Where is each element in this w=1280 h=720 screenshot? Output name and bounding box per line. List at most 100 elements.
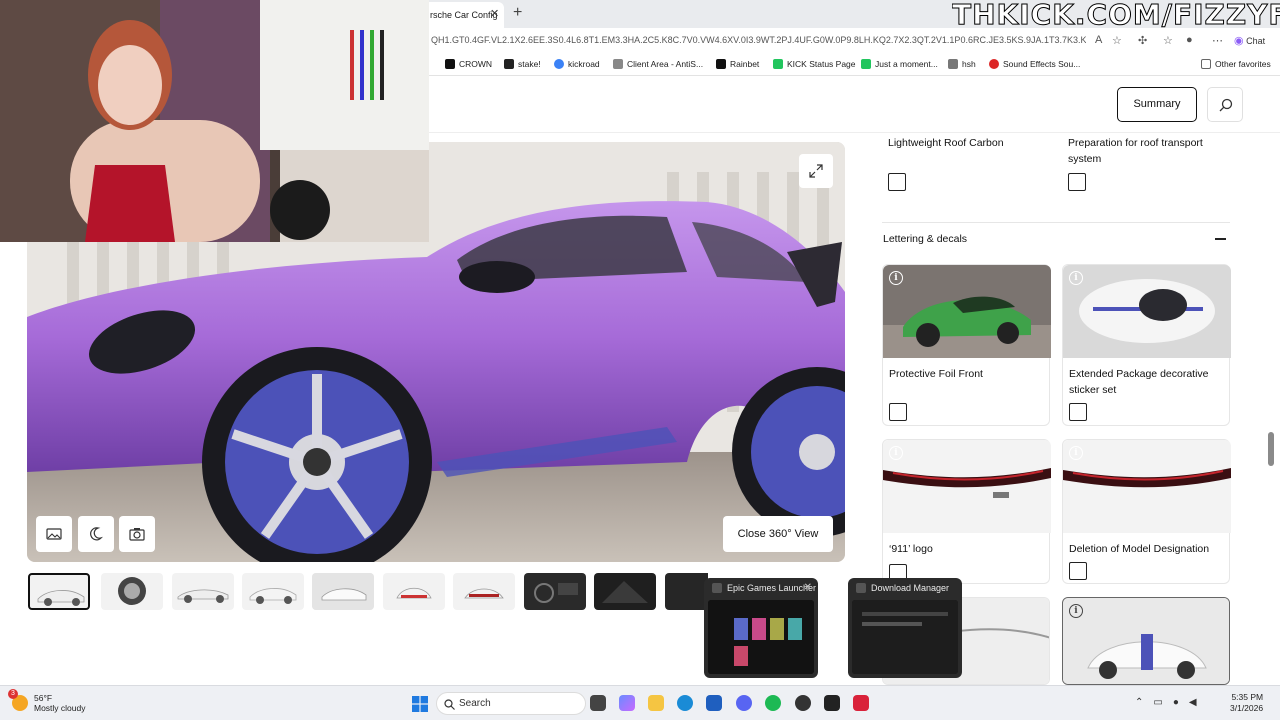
option-title: ‘911’ logo — [889, 543, 933, 555]
taskbar-search[interactable]: Search — [436, 692, 586, 715]
thumbnail-view[interactable] — [242, 573, 304, 610]
thumbnail-view[interactable] — [524, 573, 586, 610]
spotify-icon[interactable] — [765, 695, 781, 711]
option-card[interactable]: Lightweight Roof Carbon — [882, 133, 1050, 195]
thumbnail-view[interactable] — [28, 573, 90, 610]
thumbnail-view[interactable] — [101, 573, 163, 610]
windows-start-icon[interactable] — [412, 696, 428, 712]
info-icon[interactable]: i — [889, 271, 903, 285]
chevron-up-icon[interactable]: ⌃ — [1135, 697, 1143, 708]
image-icon — [46, 528, 62, 540]
expand-icon — [809, 164, 823, 178]
download-manager-preview[interactable]: Download Manager — [848, 578, 962, 678]
option-card[interactable]: Preparation for roof transport system — [1062, 133, 1230, 195]
thumbnail-view[interactable] — [594, 573, 656, 610]
thumbnail-view[interactable] — [172, 573, 234, 610]
wheel-thumbnail-image — [118, 577, 146, 605]
preview-title: Download Manager — [871, 583, 950, 593]
copilot-chat-button[interactable]: ◉ Chat — [1234, 34, 1265, 47]
search-button[interactable] — [1207, 87, 1243, 122]
weather-widget[interactable]: 3 56°F Mostly cloudy — [8, 689, 86, 713]
bookmark-kick-status[interactable]: KICK Status Page — [773, 59, 856, 69]
interior-thumbnail-image — [594, 573, 656, 610]
search-icon — [1219, 98, 1233, 112]
other-favorites-folder[interactable]: Other favorites — [1201, 59, 1271, 69]
download-manager-taskbar-icon[interactable] — [853, 695, 869, 711]
network-icon[interactable]: ▭ — [1153, 697, 1162, 708]
new-tab-button[interactable]: + — [513, 4, 522, 22]
more-menu-icon[interactable]: ⋯ — [1212, 34, 1223, 47]
option-title: Lightweight Roof Carbon — [888, 137, 1004, 149]
option-checkbox[interactable] — [1068, 173, 1086, 191]
bookmark-label: stake! — [518, 59, 541, 69]
preview-close-icon[interactable]: ✕ — [804, 582, 812, 593]
volume-icon[interactable]: ◀ — [1189, 697, 1197, 708]
close-360-view-button[interactable]: Close 360° View — [723, 516, 833, 552]
option-card[interactable]: i — [1062, 597, 1230, 685]
option-card[interactable]: i Protective Foil Front — [882, 264, 1051, 426]
car-thumbnail-image — [37, 590, 85, 606]
thumbnail-view[interactable] — [383, 573, 445, 610]
info-icon[interactable]: i — [1069, 604, 1083, 618]
collapse-minus-icon[interactable] — [1215, 238, 1226, 240]
epic-games-preview[interactable]: Epic Games Launcher ✕ — [704, 578, 818, 678]
epic-games-taskbar-icon[interactable] — [824, 695, 840, 711]
snapshot-button[interactable] — [119, 516, 155, 552]
option-checkbox[interactable] — [1069, 403, 1087, 421]
night-mode-button[interactable] — [78, 516, 114, 552]
obs-icon[interactable] — [795, 695, 811, 711]
taskbar-clock[interactable]: 5:35 PM 3/1/2026 — [1230, 692, 1263, 714]
info-icon[interactable]: i — [1069, 446, 1083, 460]
extensions-icon[interactable]: ✣ — [1138, 34, 1147, 47]
url-field[interactable]: QH1.GT0.4GF.VL2.1X2.6EE.3S0.4L6.8T1.EM3.… — [431, 35, 1086, 45]
bookmark-sound-effects[interactable]: Sound Effects Sou... — [989, 59, 1080, 69]
search-label: Search — [459, 698, 491, 709]
store-icon[interactable] — [706, 695, 722, 711]
page-scrollbar-thumb[interactable] — [1268, 432, 1274, 466]
info-icon[interactable]: i — [889, 446, 903, 460]
option-card[interactable]: i Deletion of Model Designation — [1062, 439, 1231, 584]
tab-close-icon[interactable]: ✕ — [490, 7, 499, 20]
discord-icon[interactable] — [736, 695, 752, 711]
info-icon[interactable]: i — [1069, 271, 1083, 285]
thumbnail-view[interactable] — [312, 573, 374, 610]
option-card[interactable]: i Extended Package decorative sticker se… — [1062, 264, 1231, 426]
option-checkbox[interactable] — [1069, 562, 1087, 580]
read-aloud-icon[interactable]: A — [1095, 34, 1102, 46]
bookmark-crown[interactable]: CROWN — [445, 59, 492, 69]
thumbnail-view[interactable] — [453, 573, 515, 610]
file-explorer-icon[interactable] — [648, 695, 664, 711]
option-checkbox[interactable] — [889, 403, 907, 421]
fullscreen-button[interactable] — [799, 154, 833, 188]
option-checkbox[interactable] — [888, 173, 906, 191]
bookmark-hsh[interactable]: hsh — [948, 59, 976, 69]
option-card[interactable]: i ‘911’ logo — [882, 439, 1051, 584]
clock-date: 3/1/2026 — [1230, 703, 1264, 713]
stream-overlay-text: THKICK.COM/FIZZYFAI — [952, 0, 1280, 31]
client-area-favicon — [613, 59, 623, 69]
favorite-star-icon[interactable]: ☆ — [1112, 34, 1122, 47]
edge-icon[interactable] — [677, 695, 693, 711]
car-thumbnail-image — [464, 588, 504, 599]
preview-thumbnail — [852, 600, 958, 674]
copilot-icon: ◉ — [1234, 35, 1244, 47]
profile-icon[interactable]: ● — [1186, 34, 1193, 46]
bookmark-kickroad[interactable]: kickroad — [554, 59, 600, 69]
background-toggle-button[interactable] — [36, 516, 72, 552]
epic-launcher-screenshot — [708, 600, 814, 674]
copilot-app-icon[interactable] — [619, 695, 635, 711]
bookmark-client-area[interactable]: Client Area - AntiS... — [613, 59, 703, 69]
system-tray: ⌃ ▭ ● ◀ — [1135, 697, 1197, 708]
favorites-icon[interactable]: ☆ — [1163, 34, 1173, 47]
option-image — [1063, 598, 1229, 684]
bookmark-stake[interactable]: stake! — [504, 59, 541, 69]
weather-icon: 3 — [8, 689, 28, 711]
task-view-icon[interactable] — [590, 695, 606, 711]
bookmark-rainbet[interactable]: Rainbet — [716, 59, 759, 69]
summary-button[interactable]: Summary — [1117, 87, 1197, 122]
microphone-icon[interactable]: ● — [1173, 697, 1179, 708]
green-car-image — [883, 265, 1051, 358]
bookmark-just-a-moment[interactable]: Just a moment... — [861, 59, 938, 69]
bookmark-label: hsh — [962, 59, 976, 69]
thumbnail-view[interactable] — [665, 573, 708, 610]
